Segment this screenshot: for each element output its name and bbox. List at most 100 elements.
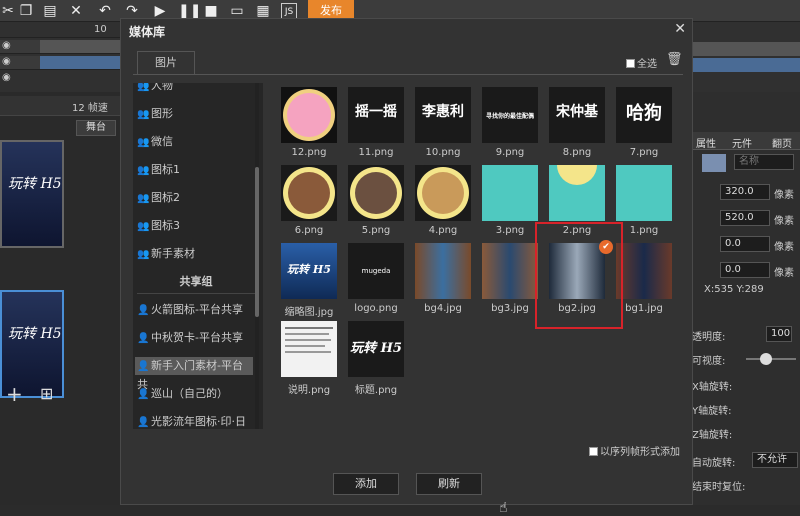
unit-label: 像素 bbox=[774, 242, 794, 253]
slider-handle[interactable] bbox=[760, 353, 772, 365]
preview-icon[interactable]: ▭ bbox=[229, 3, 245, 19]
eye-icon[interactable]: ◉ bbox=[2, 40, 11, 51]
layer-row[interactable]: ◉ bbox=[0, 40, 120, 54]
property-panel: 属性 元件 翻页 名称 320.0 像素 520.0 像素 0.0 像素 0.0 像素 … bbox=[690, 92, 800, 505]
eye-icon[interactable]: ◉ bbox=[2, 56, 11, 67]
x-field[interactable]: 320.0 bbox=[720, 184, 770, 200]
category-item[interactable]: 👥 新手素材 bbox=[137, 245, 195, 263]
fps-label: 12 帧速 bbox=[72, 103, 108, 114]
category-item[interactable]: 👥 微信 bbox=[137, 133, 173, 151]
category-item[interactable]: 👥 图标2 bbox=[137, 189, 180, 207]
image-tile[interactable] bbox=[415, 165, 471, 221]
layer-track[interactable] bbox=[690, 42, 800, 56]
shared-item[interactable]: 👤 中秋贺卡-平台共享 bbox=[137, 329, 243, 347]
image-tile[interactable]: 李惠利 bbox=[415, 87, 471, 143]
add-page-icon[interactable]: + bbox=[6, 382, 23, 406]
layer-row[interactable]: ◉ bbox=[0, 56, 120, 70]
name-field[interactable]: 名称 bbox=[734, 154, 794, 170]
undo-icon[interactable]: ↶ bbox=[97, 3, 113, 19]
sequence-add-checkbox[interactable]: 以序列帧形式添加 bbox=[589, 443, 680, 458]
xrot-label: X轴旋转: bbox=[692, 382, 733, 393]
image-tile[interactable]: 玩转 H5 bbox=[348, 321, 404, 377]
tab-divider bbox=[133, 74, 683, 75]
stop-icon[interactable]: ■ bbox=[203, 3, 219, 19]
fps-bar: 12 帧速 bbox=[0, 96, 120, 116]
image-tile[interactable]: 哈狗 bbox=[616, 87, 672, 143]
image-name: 标题.png bbox=[354, 385, 398, 396]
visibility-slider[interactable] bbox=[746, 353, 796, 365]
shared-item[interactable]: 👤 火箭图标-平台共享 bbox=[137, 301, 243, 319]
person-icon: 👤 bbox=[137, 305, 150, 316]
category-item[interactable]: 👥 人物 bbox=[137, 83, 173, 95]
image-tile[interactable]: 寻找你的最佳配偶 bbox=[482, 87, 538, 143]
height-field[interactable]: 0.0 bbox=[720, 262, 770, 278]
coords-readout: X:535 Y:289 bbox=[704, 284, 764, 295]
copy-icon[interactable]: ❐ bbox=[18, 3, 34, 19]
layer-row[interactable]: ◉ bbox=[0, 72, 120, 86]
image-tile[interactable] bbox=[482, 243, 538, 299]
y-field[interactable]: 520.0 bbox=[720, 210, 770, 226]
people-icon: 👥 bbox=[137, 193, 150, 204]
add-button[interactable]: 添加 bbox=[333, 473, 399, 495]
image-tile[interactable] bbox=[616, 243, 672, 299]
image-tile[interactable]: mugeda bbox=[348, 243, 404, 299]
image-name: logo.png bbox=[354, 303, 398, 314]
image-tile[interactable] bbox=[482, 165, 538, 221]
tab-images[interactable]: 图片 bbox=[137, 51, 195, 75]
qr-icon[interactable]: ▦ bbox=[255, 3, 271, 19]
checkbox-icon[interactable] bbox=[626, 59, 635, 68]
unit-label: 像素 bbox=[774, 268, 794, 279]
paste-icon[interactable]: ▤ bbox=[42, 3, 58, 19]
opacity-field[interactable]: 100 bbox=[766, 326, 792, 342]
image-tile[interactable] bbox=[281, 87, 337, 143]
tab-symbols[interactable]: 元件 bbox=[732, 135, 752, 150]
shared-item-selected[interactable]: 👤 新手入门素材-平台共 bbox=[135, 357, 253, 391]
autorot-label: 自动旋转: bbox=[692, 458, 736, 469]
shared-group-header: 共享组 bbox=[179, 275, 213, 288]
image-tile[interactable] bbox=[281, 321, 337, 377]
cut-icon[interactable]: ✂ bbox=[0, 3, 16, 19]
redo-icon[interactable]: ↷ bbox=[124, 3, 140, 19]
layer-track[interactable] bbox=[40, 40, 120, 53]
js-icon[interactable]: JS bbox=[281, 3, 297, 19]
image-tile[interactable]: 宋仲基 bbox=[549, 87, 605, 143]
category-item[interactable]: 👥 图标1 bbox=[137, 161, 180, 179]
play-icon[interactable]: ▶ bbox=[152, 3, 168, 19]
scrollbar-thumb[interactable] bbox=[255, 167, 259, 317]
category-scrollbar[interactable] bbox=[255, 83, 259, 429]
shared-item[interactable]: 👤 巡山（自己的） bbox=[137, 385, 228, 403]
people-icon: 👥 bbox=[137, 83, 150, 92]
refresh-button[interactable]: 刷新 bbox=[416, 473, 482, 495]
layer-track[interactable] bbox=[690, 58, 800, 72]
tab-stage[interactable]: 舞台 bbox=[76, 120, 116, 136]
pause-icon[interactable]: ❚❚ bbox=[178, 3, 201, 19]
page-thumbnail[interactable]: 玩转 H5 bbox=[0, 140, 64, 248]
select-all-checkbox[interactable]: 全选 bbox=[626, 55, 657, 70]
property-tabs: 属性 元件 翻页 bbox=[690, 132, 800, 150]
ruler-label: 10 bbox=[94, 24, 107, 35]
trash-icon[interactable]: 🗑 bbox=[666, 52, 683, 67]
image-tile[interactable]: 摇一摇 bbox=[348, 87, 404, 143]
image-tile[interactable] bbox=[616, 165, 672, 221]
image-tile[interactable] bbox=[281, 165, 337, 221]
image-tile[interactable] bbox=[415, 243, 471, 299]
tab-paging[interactable]: 翻页 bbox=[772, 135, 792, 150]
close-icon[interactable]: ✕ bbox=[674, 21, 686, 37]
checkbox-icon[interactable] bbox=[589, 447, 598, 456]
copy-page-icon[interactable]: ⊞ bbox=[40, 384, 53, 403]
image-tile[interactable] bbox=[348, 165, 404, 221]
image-tile[interactable]: 玩转 H5 bbox=[281, 243, 337, 299]
category-item[interactable]: 👥 图形 bbox=[137, 105, 173, 123]
shared-item[interactable]: 👤 光影流年图标·印·日 bbox=[137, 413, 246, 429]
tab-properties[interactable]: 属性 bbox=[696, 135, 716, 150]
hand-cursor-icon: ☝ bbox=[499, 500, 508, 516]
category-item[interactable]: 👥 图标3 bbox=[137, 217, 180, 235]
eye-icon[interactable]: ◉ bbox=[2, 72, 11, 83]
delete-icon[interactable]: ✕ bbox=[68, 3, 84, 19]
person-icon: 👤 bbox=[137, 333, 150, 344]
layer-track[interactable] bbox=[40, 56, 120, 69]
autorot-select[interactable]: 不允许 bbox=[752, 452, 798, 468]
image-tile[interactable] bbox=[549, 165, 605, 221]
width-field[interactable]: 0.0 bbox=[720, 236, 770, 252]
dialog-title: 媒体库 bbox=[129, 25, 166, 39]
